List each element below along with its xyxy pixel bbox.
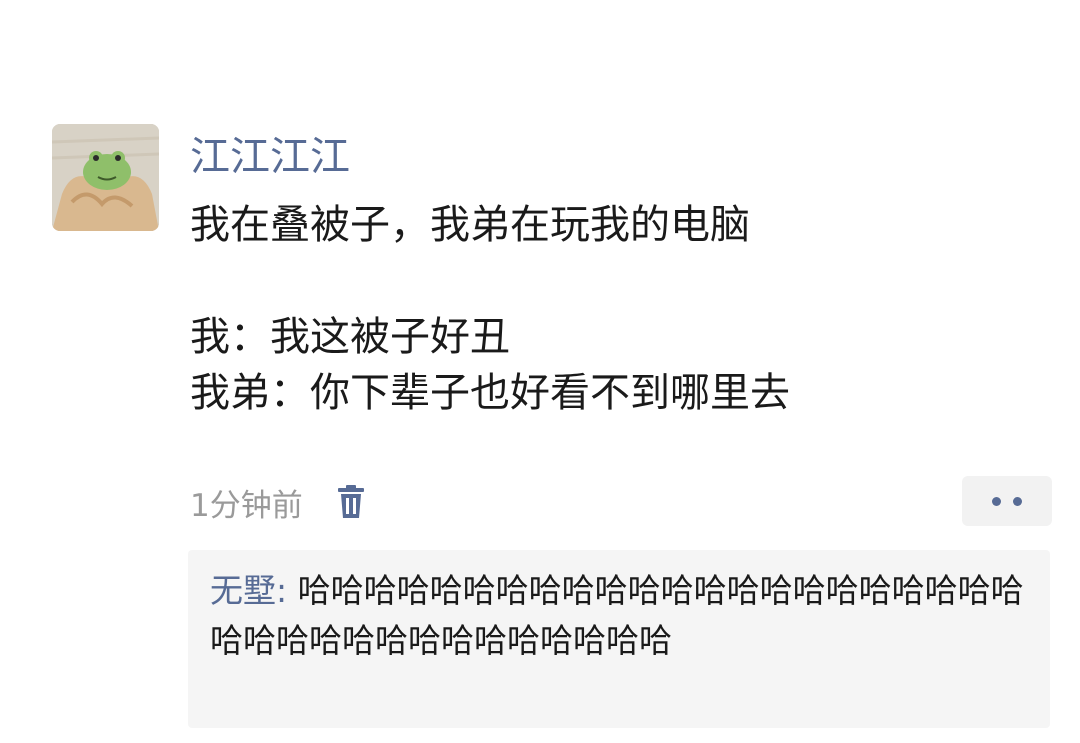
post-line-blank <box>190 253 1050 309</box>
comment-body: 哈哈哈哈哈哈哈哈哈哈哈哈哈哈哈哈哈哈哈哈哈哈哈哈哈哈哈哈哈哈哈哈哈哈哈哈 <box>210 571 1024 660</box>
comment-author[interactable]: 无墅 <box>210 571 276 610</box>
comment-separator: : <box>276 571 298 610</box>
post-author-name[interactable]: 江江江江 <box>190 133 350 181</box>
post-timestamp: 1分钟前 <box>190 487 303 524</box>
frog-plush-avatar-icon <box>52 124 159 231</box>
more-actions-button[interactable] <box>962 476 1052 526</box>
moment-post: 江江江江 我在叠被子，我弟在玩我的电脑 我：我这被子好丑 我弟：你下辈子也好看不… <box>0 0 1080 743</box>
comment-section: 无墅: 哈哈哈哈哈哈哈哈哈哈哈哈哈哈哈哈哈哈哈哈哈哈哈哈哈哈哈哈哈哈哈哈哈哈哈哈 <box>188 550 1050 728</box>
post-meta: 1分钟前 <box>190 478 365 526</box>
post-line: 我：我这被子好丑 <box>190 314 510 360</box>
more-dots-icon <box>992 496 1001 506</box>
post-line: 我弟：你下辈子也好看不到哪里去 <box>190 370 790 416</box>
post-line: 我在叠被子，我弟在玩我的电脑 <box>190 202 750 248</box>
post-content: 我在叠被子，我弟在玩我的电脑 我：我这被子好丑 我弟：你下辈子也好看不到哪里去 <box>190 197 1050 421</box>
avatar[interactable] <box>52 124 159 231</box>
trash-icon[interactable] <box>337 485 365 519</box>
more-dots-icon <box>1013 496 1022 506</box>
comment-item[interactable]: 无墅: 哈哈哈哈哈哈哈哈哈哈哈哈哈哈哈哈哈哈哈哈哈哈哈哈哈哈哈哈哈哈哈哈哈哈哈哈 <box>210 566 1040 666</box>
